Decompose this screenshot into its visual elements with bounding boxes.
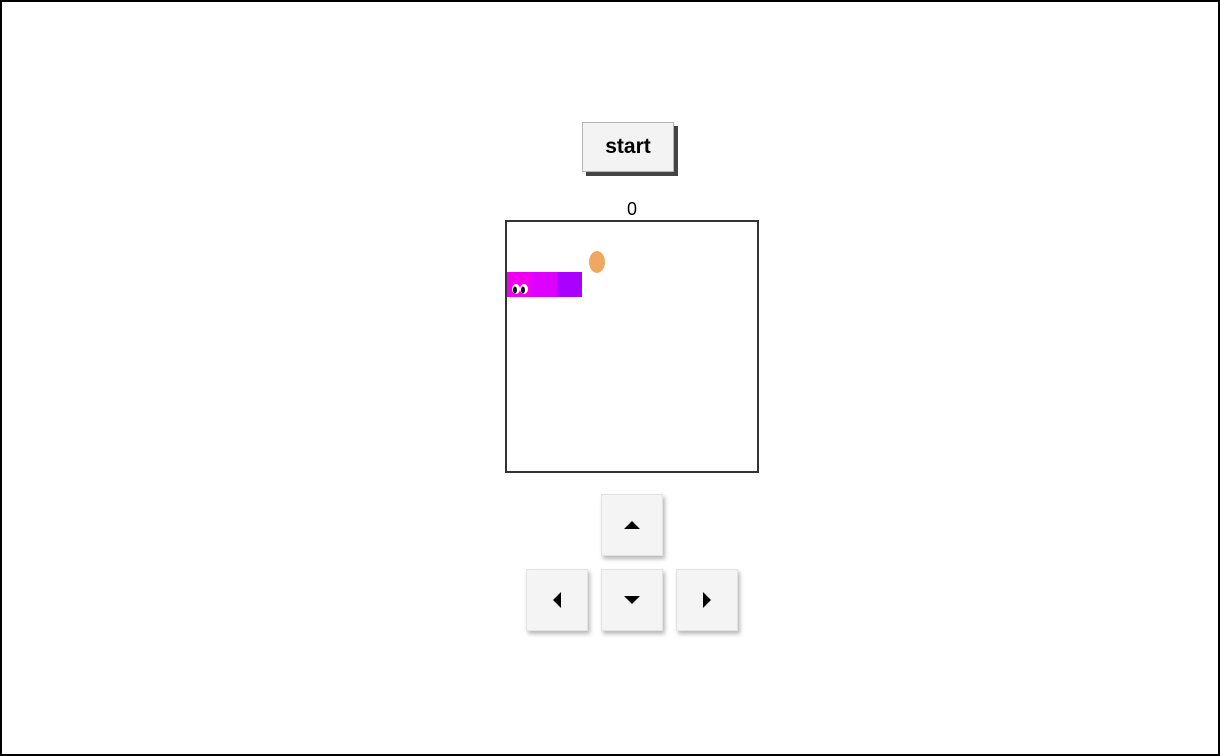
start-button[interactable]: start xyxy=(582,122,674,172)
triangle-up-icon xyxy=(624,521,640,529)
right-button[interactable] xyxy=(676,569,738,631)
triangle-left-icon xyxy=(553,592,561,608)
score-display: 0 xyxy=(626,199,637,219)
pupil-left xyxy=(513,286,517,294)
snake-body-segment xyxy=(532,272,557,297)
snake-head xyxy=(507,272,532,297)
triangle-down-icon xyxy=(624,596,640,604)
triangle-right-icon xyxy=(703,592,711,608)
left-button[interactable] xyxy=(526,569,588,631)
down-button[interactable] xyxy=(601,569,663,631)
game-page: start 0 xyxy=(0,0,1220,756)
snake-tail-segment xyxy=(557,272,582,297)
pupil-right xyxy=(521,286,525,294)
game-board xyxy=(505,220,759,473)
up-button[interactable] xyxy=(601,494,663,556)
board-canvas xyxy=(507,251,605,297)
food-egg-icon xyxy=(589,251,605,273)
